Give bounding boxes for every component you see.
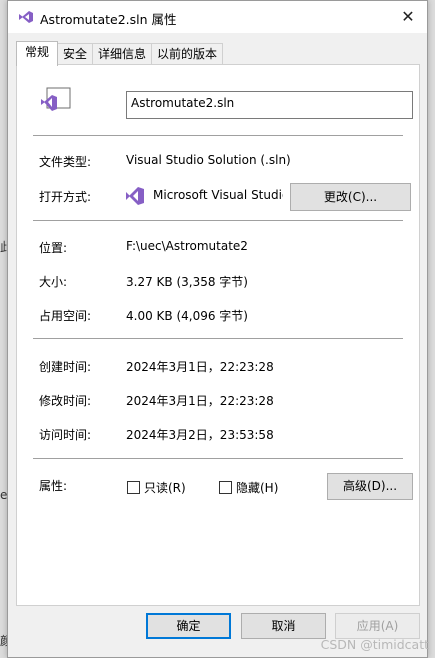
close-button[interactable]: ✕ [395,5,421,29]
size-label: 大小: [39,275,68,289]
background-window [0,0,7,658]
window-title: Astromutate2.sln 属性 [40,12,177,27]
advanced-button[interactable]: 高级(D)... [327,473,413,500]
readonly-checkbox[interactable] [127,481,140,494]
tab-security[interactable]: 安全 [57,43,94,65]
disk-size-label: 占用空间: [39,309,92,323]
tab-previous-versions[interactable]: 以前的版本 [151,43,224,65]
open-with-value: Microsoft Visual Studio [153,188,283,202]
change-button[interactable]: 更改(C)... [290,183,411,211]
modified-value: 2024年3月1日，22:23:28 [126,394,274,408]
title-bar[interactable]: Astromutate2.sln 属性 ✕ [8,1,427,33]
tab-details[interactable]: 详细信息 [92,43,153,65]
divider [33,458,403,459]
created-value: 2024年3月1日，22:23:28 [126,360,274,374]
apply-button[interactable]: 应用(A) [335,613,420,639]
location-label: 位置: [39,241,68,255]
open-with-label: 打开方式: [39,190,92,204]
file-name-input[interactable]: Astromutate2.sln [126,91,413,119]
tab-strip: 常规 安全 详细信息 以前的版本 [16,41,224,66]
created-label: 创建时间: [39,360,92,374]
visual-studio-icon [126,187,144,205]
disk-size-value: 4.00 KB (4,096 字节) [126,309,248,323]
location-value: F:\uec\Astromutate2 [126,239,248,253]
watermark: CSDN @timidcatt [320,637,429,652]
accessed-value: 2024年3月2日，23:53:58 [126,428,274,442]
file-type-label: 文件类型: [39,155,92,169]
general-panel: Astromutate2.sln 文件类型: Visual Studio Sol… [16,64,420,606]
size-value: 3.27 KB (3,358 字节) [126,275,248,289]
readonly-label[interactable]: 只读(R) [144,479,186,496]
cancel-button[interactable]: 取消 [241,613,326,639]
divider [33,220,403,221]
sln-file-icon [41,87,71,111]
properties-dialog: Astromutate2.sln 属性 ✕ 常规 安全 详细信息 以前的版本 A… [7,0,428,658]
file-type-value: Visual Studio Solution (.sln) [126,153,291,167]
divider [33,338,403,339]
hidden-label[interactable]: 隐藏(H) [236,479,278,496]
visual-studio-icon [19,11,33,23]
background-window [428,0,435,658]
ok-button[interactable]: 确定 [146,613,231,639]
attributes-label: 属性: [39,479,68,493]
accessed-label: 访问时间: [39,428,92,442]
modified-label: 修改时间: [39,394,92,408]
hidden-checkbox[interactable] [219,481,232,494]
divider [33,135,403,136]
tab-general[interactable]: 常规 [16,41,59,66]
